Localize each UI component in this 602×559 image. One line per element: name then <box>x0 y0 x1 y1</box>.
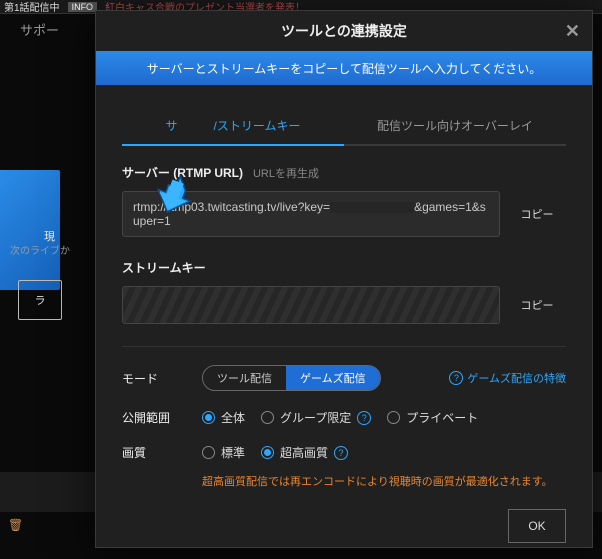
scope-public[interactable]: 全体 <box>202 409 245 426</box>
mode-games[interactable]: ゲームズ配信 <box>286 366 380 390</box>
close-icon[interactable]: ✕ <box>565 21 580 42</box>
mode-toggle: ツール配信 ゲームズ配信 <box>202 365 381 391</box>
trash-icon[interactable]: 🗑 <box>8 518 23 532</box>
tab-stream-key[interactable]: サ /ストリームキー <box>122 107 344 146</box>
copy-server-button[interactable]: コピー <box>508 191 566 237</box>
streamkey-label: ストリームキー <box>122 259 206 276</box>
streamkey-section: ストリームキー <box>122 259 566 276</box>
help-icon: ? <box>449 371 463 385</box>
scope-label: 公開範囲 <box>122 409 202 426</box>
bg-side-t2: 次のライブか <box>10 242 70 257</box>
streamkey-field[interactable] <box>122 286 500 324</box>
help-icon[interactable]: ? <box>334 446 348 460</box>
mode-label: モード <box>122 370 202 387</box>
server-label: サーバー (RTMP URL) <box>122 164 243 181</box>
bg-side-button[interactable]: ラ <box>18 280 62 320</box>
tab-bar: サ /ストリームキー 配信ツール向けオーバーレイ <box>122 107 566 146</box>
scope-private[interactable]: プライベート <box>387 409 478 426</box>
regenerate-url-link[interactable]: URLを再生成 <box>253 165 319 181</box>
server-section: サーバー (RTMP URL) URLを再生成 <box>122 164 566 181</box>
modal-info-banner: サーバーとストリームキーをコピーして配信ツールへ入力してください。 <box>96 51 592 85</box>
redacted-key <box>384 202 414 213</box>
tab-overlay[interactable]: 配信ツール向けオーバーレイ <box>344 107 566 146</box>
quality-high[interactable]: 超高画質? <box>261 444 348 461</box>
scope-group[interactable]: グループ限定? <box>261 409 371 426</box>
server-url-field[interactable]: rtmp://rtmp03.twitcasting.tv/live?key=&g… <box>122 191 500 237</box>
modal-title-bar: ツールとの連携設定 ✕ <box>96 11 592 51</box>
quality-standard[interactable]: 標準 <box>202 444 245 461</box>
modal-title: ツールとの連携設定 <box>281 21 407 41</box>
ok-button[interactable]: OK <box>508 509 566 543</box>
info-tag: INFO <box>68 2 98 12</box>
copy-streamkey-button[interactable]: コピー <box>508 286 566 324</box>
games-help-text: ゲームズ配信の特徴 <box>467 370 566 386</box>
bg-heading: サポー <box>20 20 59 39</box>
banner-live: 第1話配信中 <box>4 0 60 14</box>
mode-tool[interactable]: ツール配信 <box>203 366 286 390</box>
settings-modal: ツールとの連携設定 ✕ サーバーとストリームキーをコピーして配信ツールへ入力して… <box>95 10 593 548</box>
quality-label: 画質 <box>122 444 202 461</box>
games-help-link[interactable]: ? ゲームズ配信の特徴 <box>449 370 566 386</box>
help-icon[interactable]: ? <box>357 411 371 425</box>
quality-note: 超高画質配信では再エンコードにより視聴時の画質が最適化されます。 <box>202 473 566 489</box>
redacted-key <box>330 202 384 213</box>
